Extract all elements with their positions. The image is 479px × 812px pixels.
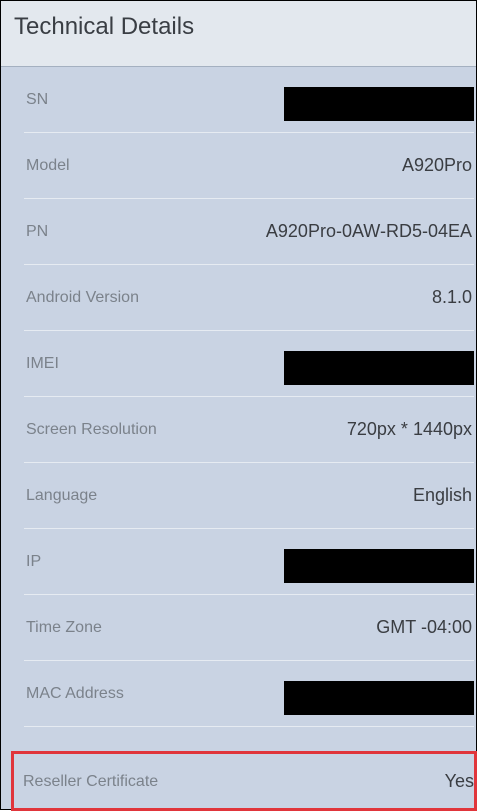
- detail-row-reseller-certificate: Reseller Certificate Yes: [11, 751, 477, 811]
- detail-row-model: Model A920Pro: [14, 133, 474, 199]
- detail-value: A920Pro-0AW-RD5-04EA: [265, 221, 472, 241]
- detail-row-screen-resolution: Screen Resolution 720px * 1440px: [14, 397, 474, 463]
- detail-row-pn: PN A920Pro-0AW-RD5-04EA: [14, 199, 474, 265]
- detail-row-imei: IMEI: [14, 331, 474, 397]
- detail-label: Model: [26, 157, 70, 174]
- detail-row-ip: IP: [14, 529, 474, 595]
- redacted-value-box: [284, 549, 474, 583]
- detail-value: 8.1.0: [431, 287, 472, 307]
- detail-label: IMEI: [26, 355, 59, 372]
- technical-details-panel: Technical Details SN Model A920Pro PN A9…: [0, 0, 477, 811]
- detail-label: IP: [26, 553, 42, 570]
- detail-value: GMT -04:00: [376, 617, 472, 637]
- panel-title: Technical Details: [14, 13, 195, 40]
- detail-label: MAC Address: [26, 685, 124, 702]
- detail-row-language: Language English: [14, 463, 474, 529]
- detail-value: 720px * 1440px: [346, 419, 472, 439]
- redacted-value-box: [284, 87, 474, 121]
- detail-label: Android Version: [26, 289, 139, 306]
- redacted-value-box: [284, 351, 474, 385]
- detail-label: Reseller Certificate: [23, 773, 159, 790]
- detail-label: SN: [26, 91, 49, 108]
- detail-value: Yes: [444, 771, 474, 791]
- detail-label: Time Zone: [26, 619, 102, 636]
- detail-row-mac-address: MAC Address: [14, 661, 474, 727]
- panel-header: Technical Details: [1, 1, 476, 67]
- redacted-value-box: [284, 681, 474, 715]
- detail-label: Language: [26, 487, 98, 504]
- detail-value: English: [412, 485, 472, 505]
- detail-row-time-zone: Time Zone GMT -04:00: [14, 595, 474, 661]
- detail-value: A920Pro: [401, 155, 472, 175]
- detail-row-sn: SN: [14, 67, 474, 133]
- detail-label: PN: [26, 223, 49, 240]
- detail-row-android-version: Android Version 8.1.0: [14, 265, 474, 331]
- row-divider: [24, 726, 474, 727]
- detail-label: Screen Resolution: [26, 421, 157, 438]
